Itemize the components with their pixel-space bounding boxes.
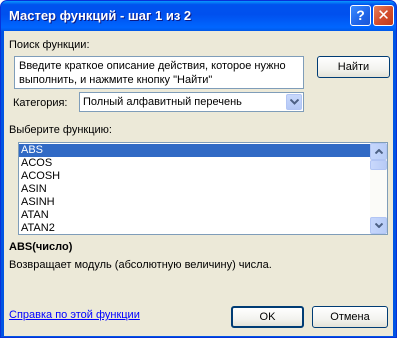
ok-button-label: OK <box>259 311 276 323</box>
list-item[interactable]: ACOSH <box>19 170 371 183</box>
function-help-link[interactable]: Справка по этой функции <box>9 309 140 321</box>
function-signature: ABS(число) <box>9 241 73 253</box>
scroll-up-icon[interactable] <box>370 143 387 160</box>
find-button-label: Найти <box>337 61 370 73</box>
list-item[interactable]: ASINH <box>19 196 371 209</box>
function-list-label: Выберите функцию: <box>9 124 112 136</box>
category-select[interactable]: Полный алфавитный перечень <box>79 92 304 112</box>
category-select-value: Полный алфавитный перечень <box>83 96 242 108</box>
function-wizard-dialog: Мастер функций - шаг 1 из 2 ? ✕ Поиск фу… <box>0 0 397 338</box>
cancel-button[interactable]: Отмена <box>312 306 388 328</box>
scrollbar-thumb[interactable] <box>370 160 387 170</box>
ok-button[interactable]: OK <box>231 306 304 328</box>
chevron-down-icon[interactable] <box>286 94 302 110</box>
function-list: ABS ACOS ACOSH ASIN ASINH ATAN ATAN2 <box>19 144 371 234</box>
window-title: Мастер функций - шаг 1 из 2 <box>9 8 192 23</box>
category-label: Категория: <box>13 97 68 109</box>
list-scrollbar[interactable] <box>370 143 387 234</box>
search-label-text: Поиск функции: <box>9 39 90 51</box>
title-bar[interactable]: Мастер функций - шаг 1 из 2 ? ✕ <box>1 1 396 31</box>
function-listbox[interactable]: ABS ACOS ACOSH ASIN ASINH ATAN ATAN2 <box>18 142 388 235</box>
function-description: Возвращает модуль (абсолютную величину) … <box>9 259 272 271</box>
list-item[interactable]: ATAN2 <box>19 222 371 234</box>
scroll-down-icon[interactable] <box>370 217 387 234</box>
list-item[interactable]: ATAN <box>19 209 371 222</box>
search-input[interactable]: Введите краткое описание действия, котор… <box>14 56 304 89</box>
list-item[interactable]: ASIN <box>19 183 371 196</box>
search-label: Поиск функции: <box>9 39 90 51</box>
dialog-body: Поиск функции: Введите краткое описание … <box>4 31 393 336</box>
list-item[interactable]: ABS <box>19 144 371 157</box>
close-icon[interactable]: ✕ <box>373 5 394 26</box>
help-icon[interactable]: ? <box>350 5 371 26</box>
find-button[interactable]: Найти <box>317 56 390 78</box>
cancel-button-label: Отмена <box>330 311 370 323</box>
list-item[interactable]: ACOS <box>19 157 371 170</box>
